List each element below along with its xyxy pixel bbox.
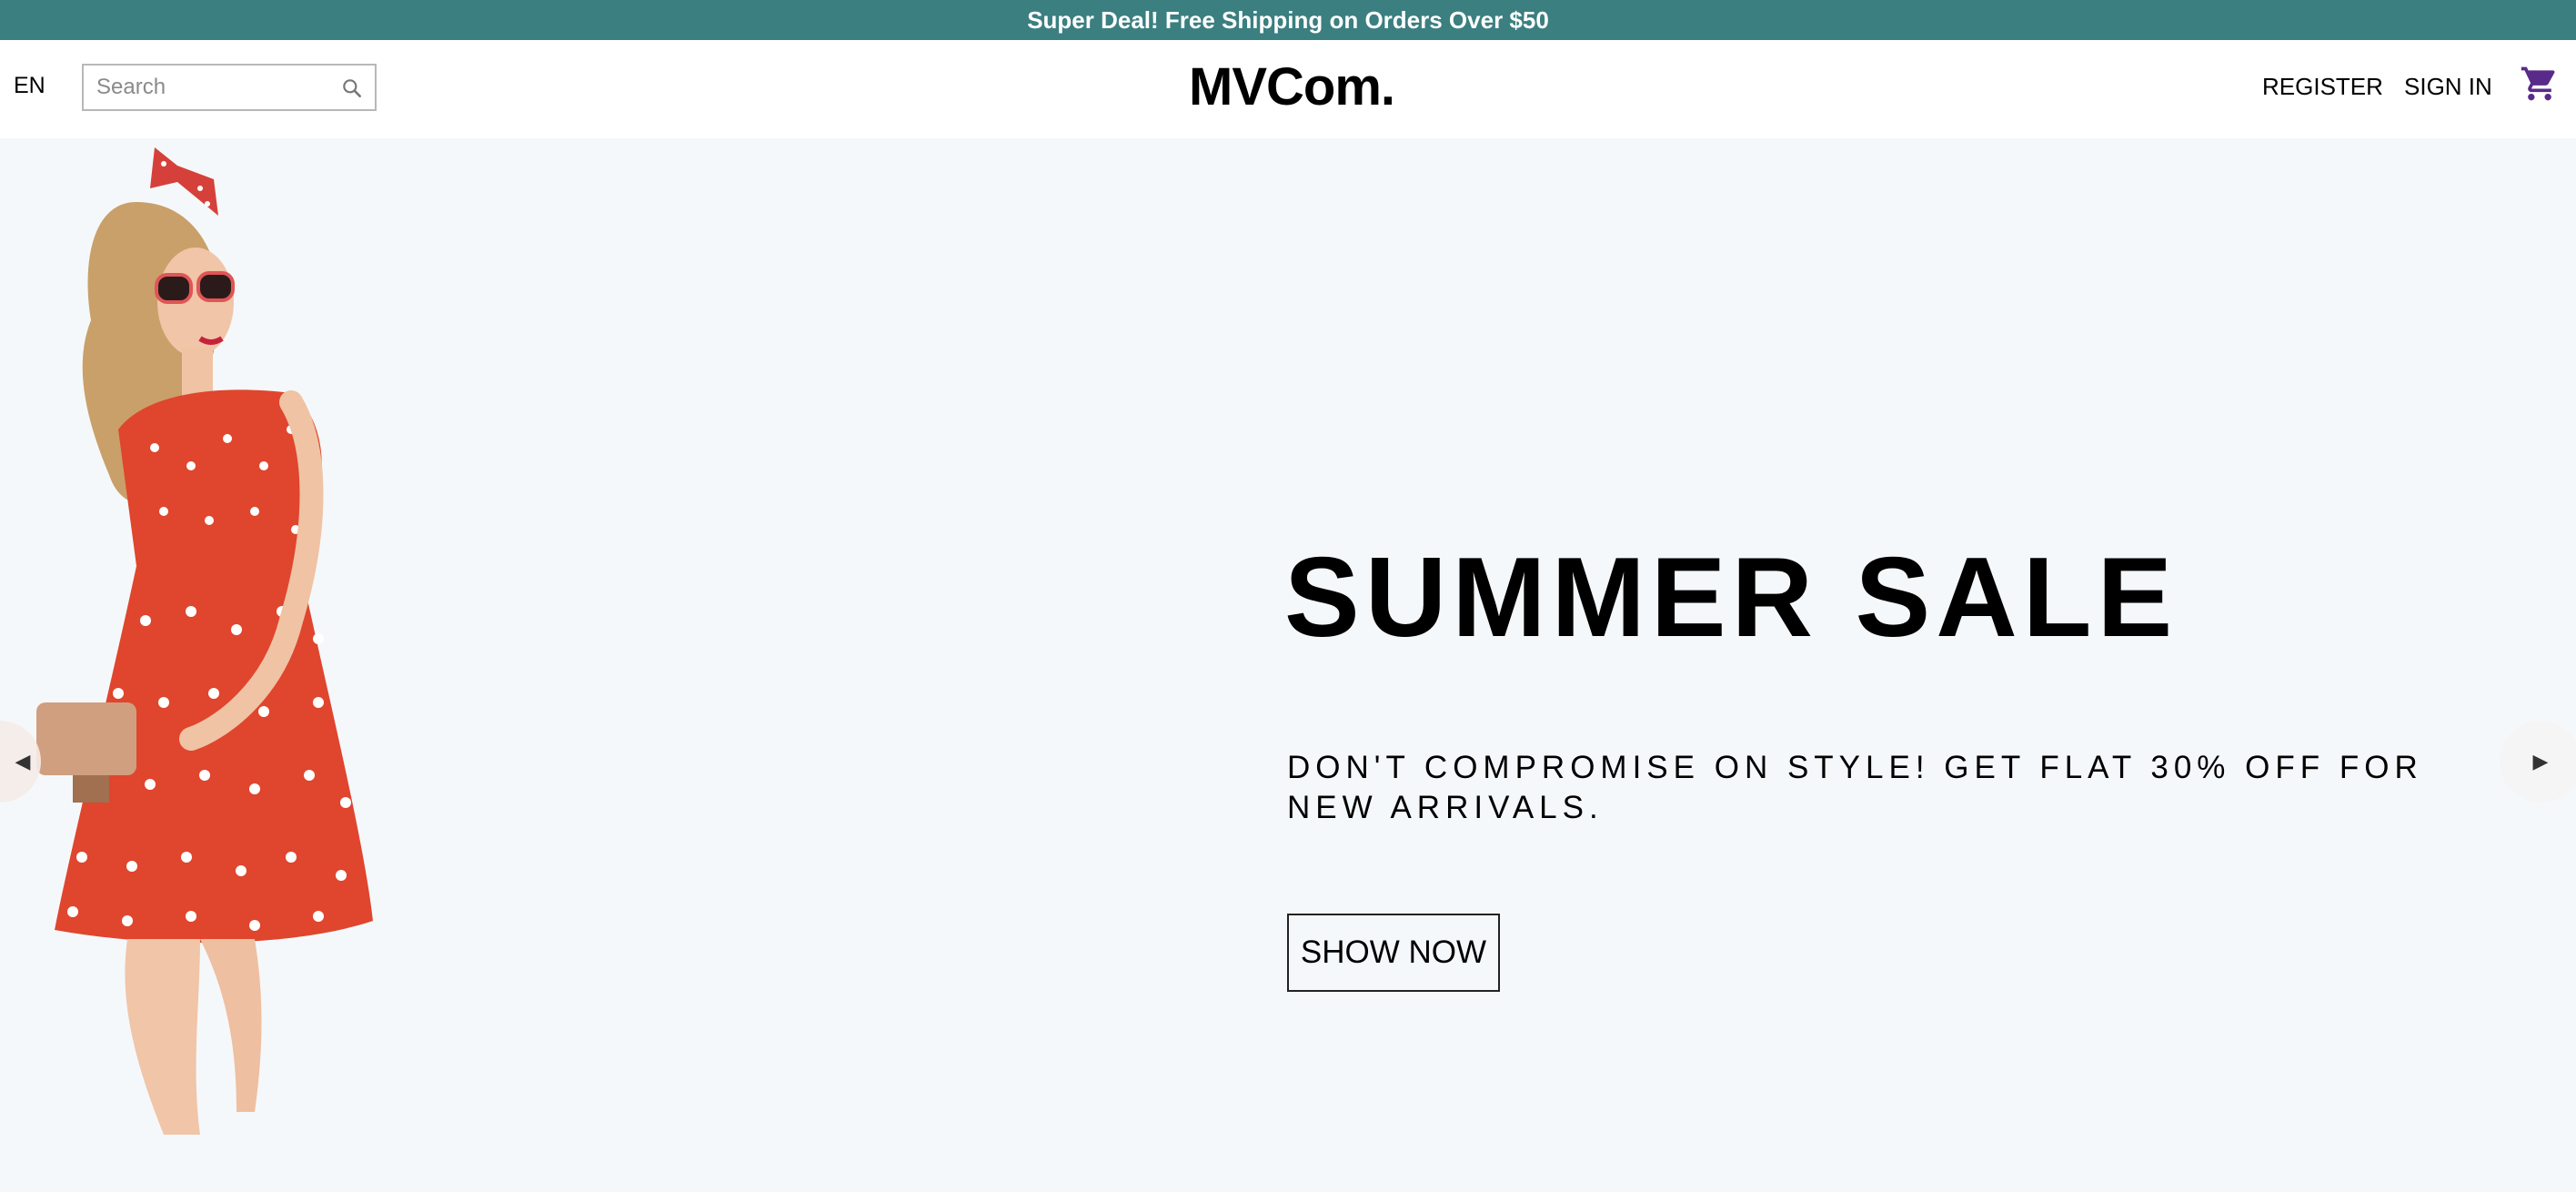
hero-model-image xyxy=(36,147,373,1135)
search-icon[interactable] xyxy=(340,76,364,100)
announcement-text: Super Deal! Free Shipping on Orders Over… xyxy=(1027,5,1549,34)
hero-description: DON'T COMPROMISE ON STYLE! GET FLAT 30% … xyxy=(1287,750,2423,825)
announcement-bar: Super Deal! Free Shipping on Orders Over… xyxy=(0,0,2576,40)
sign-in-link[interactable]: SIGN IN xyxy=(2404,73,2492,101)
language-selector[interactable]: EN xyxy=(14,73,45,99)
search-box xyxy=(82,64,377,111)
hero-title: SUMMER SALE xyxy=(1284,535,2179,661)
search-input[interactable] xyxy=(84,66,329,109)
arrow-left-icon: ◀ xyxy=(15,750,31,773)
navbar: EN MVCom. REGISTER SIGN IN xyxy=(0,40,2576,138)
slider-next-button[interactable]: ▶ xyxy=(2500,721,2576,803)
hero-slider: ◀ ▶ SUMMER SALE DON'T COMPROMISE ON STYL… xyxy=(0,138,2576,1192)
register-link[interactable]: REGISTER xyxy=(2262,73,2383,101)
site-logo[interactable]: MVCom. xyxy=(1182,56,1401,117)
show-now-button[interactable]: SHOW NOW xyxy=(1287,914,1500,992)
shopping-cart-icon[interactable] xyxy=(2520,64,2560,104)
arrow-right-icon: ▶ xyxy=(2532,750,2549,773)
